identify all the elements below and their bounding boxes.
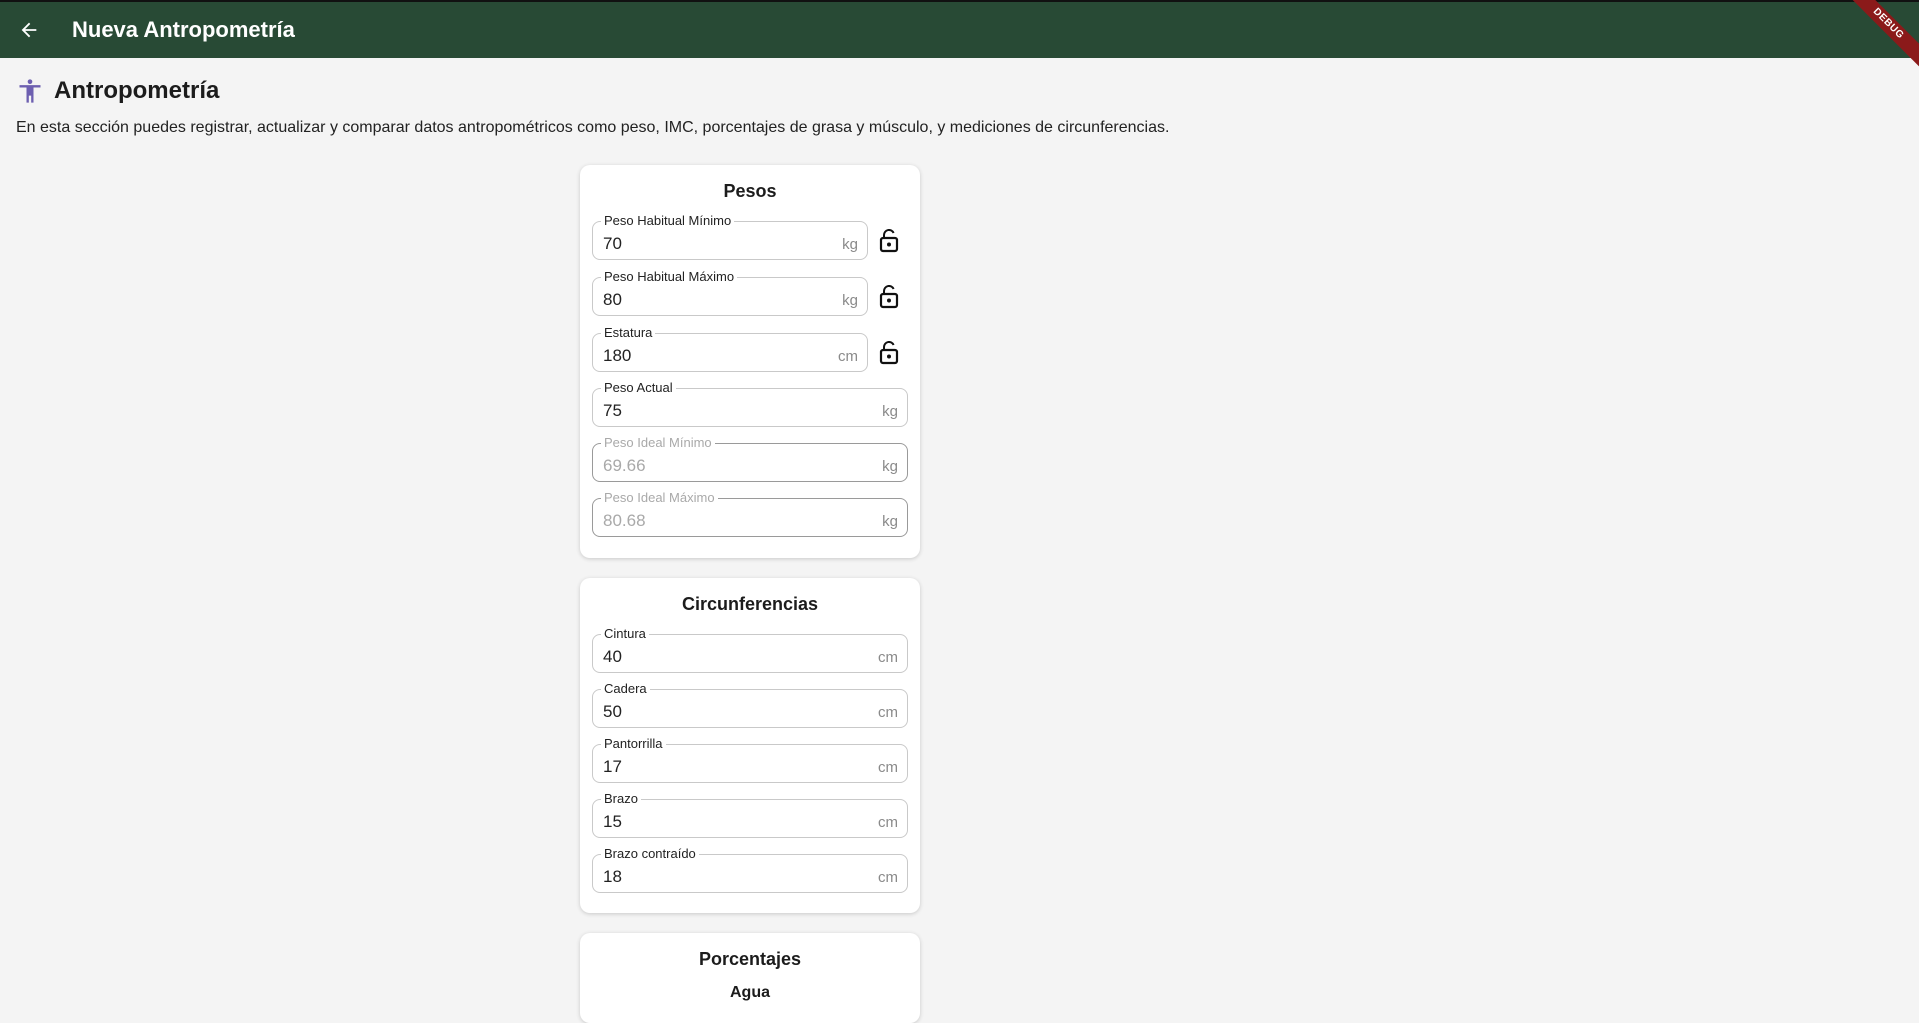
section-header: Antropometría: [16, 77, 219, 105]
field-value: 40: [603, 647, 622, 666]
unit-suffix: cm: [878, 869, 898, 886]
lock-open-button[interactable]: [876, 226, 902, 256]
pesos-title: Pesos: [723, 181, 777, 201]
field-value: 50: [603, 702, 622, 721]
unit-suffix: cm: [838, 348, 858, 365]
section-description: En esta sección puedes registrar, actual…: [16, 119, 1170, 136]
field-label: Brazo: [601, 791, 641, 807]
field-label: Estatura: [601, 325, 656, 341]
cintura-row: Cintura 40 cm: [592, 626, 908, 673]
brazo-row: Brazo 15 cm: [592, 791, 908, 838]
unit-suffix: kg: [842, 236, 858, 253]
unit-suffix: cm: [878, 704, 898, 721]
field-label: Cadera: [601, 681, 650, 697]
field-value: 80.68: [603, 511, 646, 530]
field-label: Pantorrilla: [601, 736, 666, 752]
circunferencias-title: Circunferencias: [681, 594, 819, 614]
cadera-field[interactable]: Cadera 50 cm: [592, 681, 908, 728]
lock-open-button[interactable]: [876, 338, 902, 368]
peso-ideal-maximo-row: Peso Ideal Máximo 80.68 kg: [592, 490, 908, 537]
agua-subtitle: Agua: [730, 984, 770, 1001]
peso-ideal-maximo-field: Peso Ideal Máximo 80.68 kg: [592, 490, 908, 537]
peso-habitual-maximo-row: Peso Habitual Máximo 80 kg: [592, 269, 902, 316]
field-value: 18: [603, 867, 622, 886]
unit-suffix: kg: [882, 513, 898, 530]
peso-ideal-minimo-row: Peso Ideal Mínimo 69.66 kg: [592, 435, 908, 482]
unit-suffix: kg: [882, 458, 898, 475]
peso-ideal-minimo-field: Peso Ideal Mínimo 69.66 kg: [592, 435, 908, 482]
field-value: 70: [603, 234, 622, 253]
peso-habitual-minimo-field[interactable]: Peso Habitual Mínimo 70 kg: [592, 213, 868, 260]
cadera-row: Cadera 50 cm: [592, 681, 908, 728]
lock-open-icon: [879, 284, 899, 308]
brazo-contraido-row: Brazo contraído 18 cm: [592, 846, 908, 893]
field-value: 17: [603, 757, 622, 776]
back-button[interactable]: [0, 1, 58, 59]
page-title: Nueva Antropometría: [72, 17, 295, 42]
peso-habitual-maximo-field[interactable]: Peso Habitual Máximo 80 kg: [592, 269, 868, 316]
lock-open-icon: [879, 228, 899, 252]
estatura-row: Estatura 180 cm: [592, 325, 902, 372]
unit-suffix: cm: [878, 759, 898, 776]
field-value: 180: [603, 346, 632, 365]
unit-suffix: kg: [882, 403, 898, 420]
peso-habitual-minimo-row: Peso Habitual Mínimo 70 kg: [592, 213, 902, 260]
pantorrilla-row: Pantorrilla 17 cm: [592, 736, 908, 783]
unit-suffix: kg: [842, 292, 858, 309]
app-bar: Nueva Antropometría DEBUG: [0, 0, 1919, 76]
peso-actual-field[interactable]: Peso Actual 75 kg: [592, 380, 908, 427]
estatura-field[interactable]: Estatura 180 cm: [592, 325, 868, 372]
section-title: Antropometría: [54, 77, 220, 104]
unit-suffix: cm: [878, 649, 898, 666]
cintura-field[interactable]: Cintura 40 cm: [592, 626, 908, 673]
field-label: Peso Ideal Mínimo: [601, 435, 715, 451]
unit-suffix: cm: [878, 814, 898, 831]
field-label: Peso Habitual Mínimo: [601, 213, 735, 229]
pesos-card: Pesos Peso Habitual Mínimo 70 kg Peso Ha…: [580, 165, 920, 558]
brazo-contraido-field[interactable]: Brazo contraído 18 cm: [592, 846, 908, 893]
field-value: 75: [603, 401, 622, 420]
lock-open-icon: [879, 340, 899, 364]
porcentajes-title: Porcentajes: [698, 949, 802, 969]
brazo-field[interactable]: Brazo 15 cm: [592, 791, 908, 838]
field-label: Peso Ideal Máximo: [601, 490, 718, 506]
field-value: 80: [603, 290, 622, 309]
arrow-back-icon: [21, 22, 37, 38]
debug-banner: DEBUG: [1836, 0, 1919, 76]
field-label: Peso Habitual Máximo: [601, 269, 738, 285]
circunferencias-card: Circunferencias Cintura 40 cm Cadera 50 …: [580, 578, 920, 913]
pantorrilla-field[interactable]: Pantorrilla 17 cm: [592, 736, 908, 783]
lock-open-button[interactable]: [876, 282, 902, 312]
field-value: 69.66: [603, 456, 646, 475]
accessibility-icon: [19, 79, 41, 103]
peso-actual-row: Peso Actual 75 kg: [592, 380, 908, 427]
field-label: Cintura: [601, 626, 649, 642]
field-label: Brazo contraído: [601, 846, 699, 862]
field-label: Peso Actual: [601, 380, 676, 396]
field-value: 15: [603, 812, 622, 831]
